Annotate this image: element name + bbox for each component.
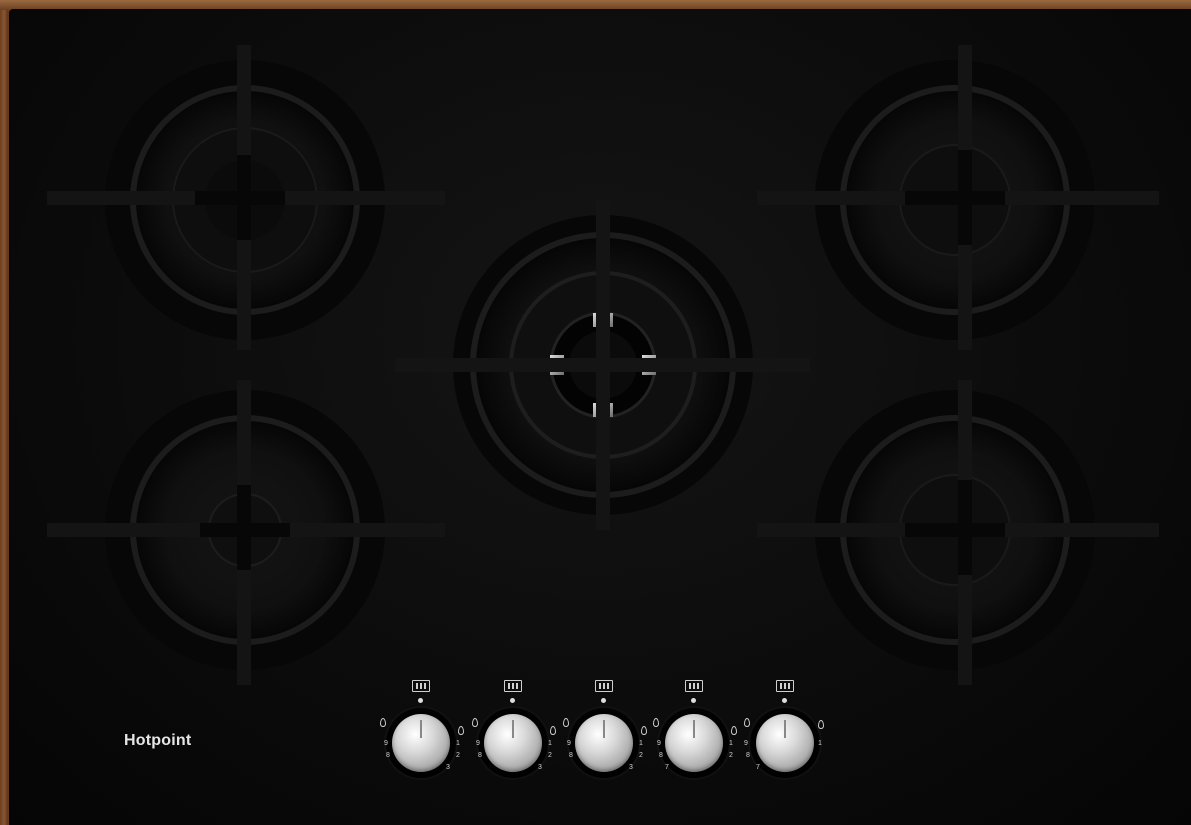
knob-rear-left[interactable]: 9 8 1 2 3 <box>468 680 558 790</box>
knob-centre[interactable]: 9 8 1 2 3 <box>559 680 649 790</box>
flame-small-icon <box>550 726 556 735</box>
burner-position-icon <box>595 680 613 692</box>
flame-large-icon <box>653 718 659 727</box>
burner-top-right <box>757 45 1159 350</box>
knob-rear-right[interactable]: 9 8 7 1 2 <box>649 680 739 790</box>
indicator-dot <box>510 698 515 703</box>
control-knob[interactable] <box>575 714 633 772</box>
burner-bottom-right <box>757 380 1159 685</box>
indicator-dot <box>782 698 787 703</box>
control-knob[interactable] <box>484 714 542 772</box>
flame-small-icon <box>641 726 647 735</box>
burner-top-left <box>47 45 445 350</box>
knob-front-left[interactable]: 9 8 1 2 3 <box>376 680 466 790</box>
flame-large-icon <box>744 718 750 727</box>
burner-position-icon <box>412 680 430 692</box>
flame-small-icon <box>731 726 737 735</box>
flame-large-icon <box>472 718 478 727</box>
burner-centre-wok <box>395 200 810 530</box>
indicator-dot <box>601 698 606 703</box>
indicator-dot <box>691 698 696 703</box>
knob-front-right[interactable]: 9 8 7 1 <box>740 680 830 790</box>
control-knob[interactable] <box>392 714 450 772</box>
burner-position-icon <box>504 680 522 692</box>
indicator-dot <box>418 698 423 703</box>
flame-large-icon <box>380 718 386 727</box>
brand-logo-text: Hotpoint <box>124 732 192 749</box>
control-knob[interactable] <box>665 714 723 772</box>
flame-large-icon <box>563 718 569 727</box>
control-knob[interactable] <box>756 714 814 772</box>
burner-position-icon <box>685 680 703 692</box>
flame-small-icon <box>458 726 464 735</box>
burner-bottom-left <box>47 380 445 685</box>
burner-position-icon <box>776 680 794 692</box>
flame-small-icon <box>818 720 824 729</box>
